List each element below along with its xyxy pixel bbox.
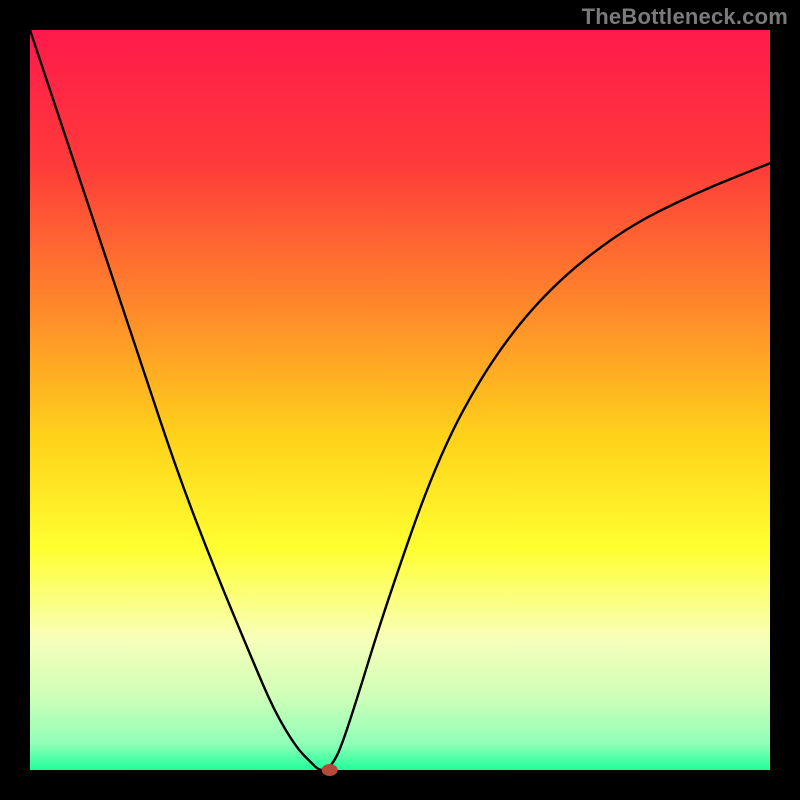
chart-frame: TheBottleneck.com [0, 0, 800, 800]
plot-background [30, 30, 770, 770]
min-marker [322, 764, 338, 776]
watermark-text: TheBottleneck.com [582, 4, 788, 30]
bottleneck-chart [0, 0, 800, 800]
